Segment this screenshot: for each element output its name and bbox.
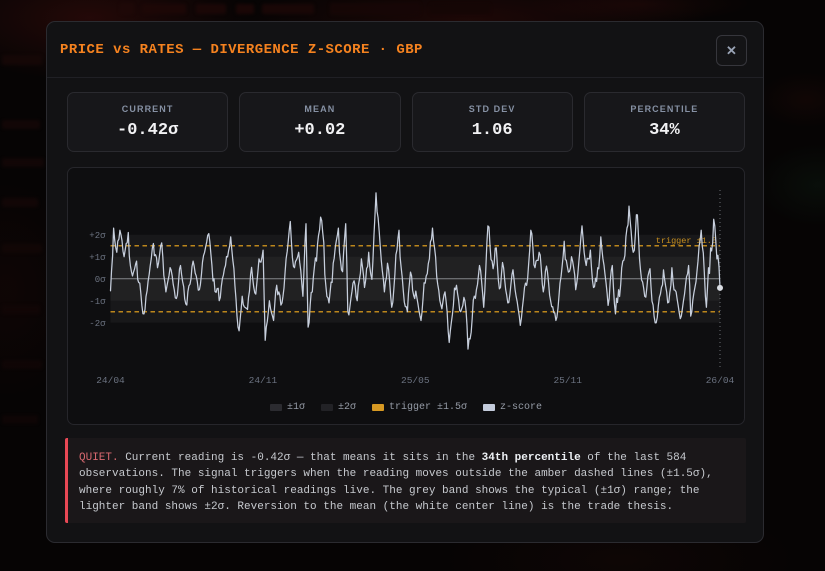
svg-text:25/05: 25/05 — [401, 375, 430, 386]
svg-text:-1σ: -1σ — [89, 297, 106, 307]
svg-text:+1σ: +1σ — [89, 253, 106, 263]
svg-text:-2σ: -2σ — [89, 319, 106, 329]
svg-text:26/04: 26/04 — [706, 375, 735, 386]
svg-text:25/11: 25/11 — [553, 375, 582, 386]
svg-text:0σ: 0σ — [95, 275, 106, 285]
svg-text:+2σ: +2σ — [89, 231, 106, 241]
svg-text:trigger ±1.5: trigger ±1.5 — [656, 236, 717, 246]
svg-text:24/04: 24/04 — [96, 375, 125, 386]
svg-text:24/11: 24/11 — [249, 375, 278, 386]
